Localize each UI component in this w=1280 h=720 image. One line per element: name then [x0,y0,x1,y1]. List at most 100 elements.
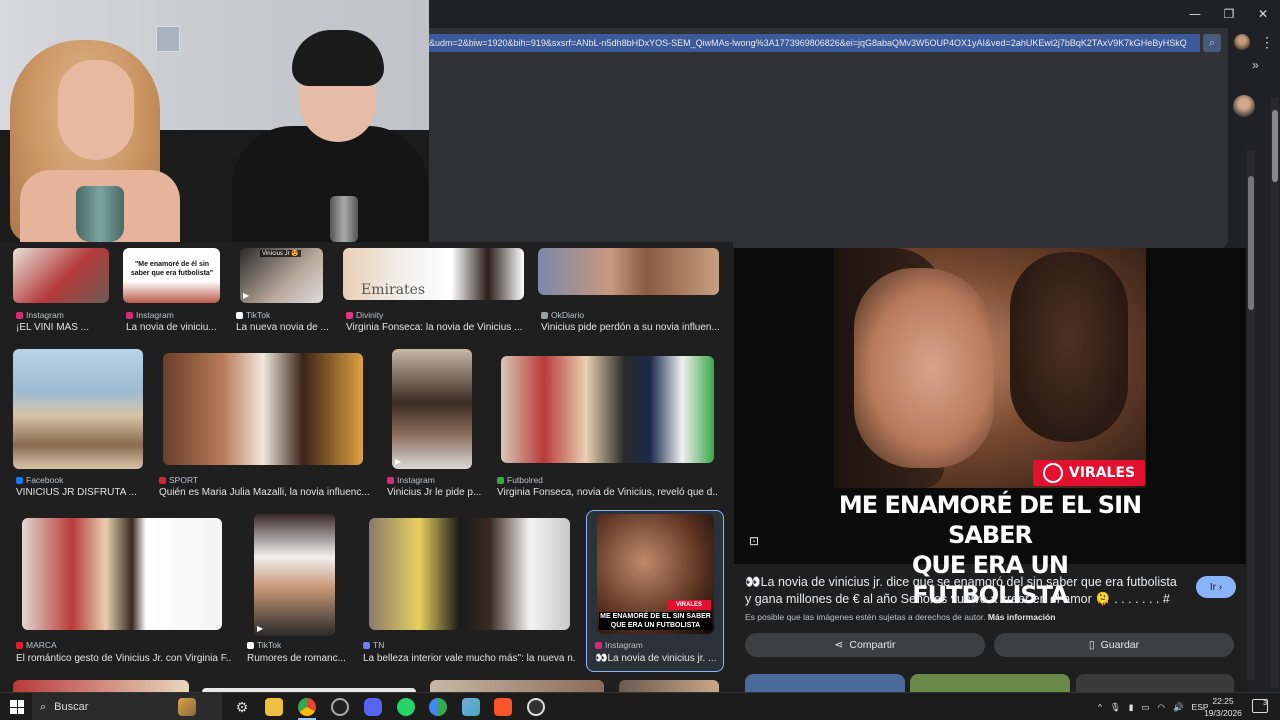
clock-date: 19/3/2026 [1204,708,1242,718]
page-scrollbar[interactable] [1271,98,1279,688]
browser-menu-icon[interactable]: ⋮ [1260,34,1274,50]
source-name: Facebook [26,475,64,485]
result-thumb-10[interactable] [22,518,222,630]
source-name: MARCA [26,640,57,650]
okdiario-icon [541,311,548,319]
minimize-button[interactable]: — [1178,0,1212,28]
more-info-link[interactable]: Más información [988,612,1056,622]
source-name: Instagram [26,310,64,320]
play-icon: ▶ [395,457,402,466]
result-title-3[interactable]: La nueva novia de ... [236,322,336,333]
result-thumb-14[interactable] [13,680,189,692]
result-source-7: SPORT [159,475,198,485]
result-thumb-17[interactable] [619,680,719,692]
result-thumb-9[interactable] [501,356,714,463]
notification-count: 3 [1263,700,1267,707]
obs-icon[interactable] [331,698,349,716]
tiktok-icon [247,641,254,649]
share-button[interactable]: ⋖ Compartir [745,633,985,657]
result-title-10[interactable]: El romántico gesto de Vinicius Jr. con V… [16,653,231,664]
discord-icon[interactable] [364,698,382,716]
thumb-overlay-text: "Me enamoré de él sin saber que era futb… [130,261,214,277]
save-label: Guardar [1100,639,1140,651]
wifi-icon[interactable]: ◠ [1158,702,1165,713]
visit-label: Ir [1209,581,1216,593]
related-chip-1[interactable] [745,674,905,692]
play-icon: ▶ [257,624,264,633]
result-thumb-2[interactable]: "Me enamoré de él sin saber que era futb… [123,248,220,303]
result-thumb-13[interactable]: VIRALES ME ENAMORÉ DE EL SIN SABER QUE E… [597,514,714,634]
result-title-8[interactable]: Vinicius Jr le pide p... [387,487,483,498]
result-title-6[interactable]: VINICIUS JR DISFRUTA ... [16,487,146,498]
lens-search-icon[interactable]: ⊡ [749,534,763,548]
result-source-10: MARCA [16,640,57,650]
result-source-9: Futbolred [497,475,543,485]
result-thumb-7[interactable] [163,353,363,465]
result-title-1[interactable]: ¡EL VINI MÁS ... [16,322,112,333]
settings-gear-icon[interactable]: ⚙ [233,698,251,716]
search-highlight-icon[interactable] [178,698,196,716]
search-icon: ⌕ [40,700,47,713]
result-source-13: Instagram [595,640,643,650]
result-thumb-1[interactable] [13,248,109,303]
chevron-right-icon[interactable]: » [1252,58,1259,72]
result-title-2[interactable]: La novia de viniciu... [126,322,226,333]
preview-description[interactable]: 👀La novia de vinicius jr. dice que se en… [745,574,1185,608]
result-title-12[interactable]: La belleza interior vale mucho más": la … [363,653,575,664]
address-bar-input[interactable]: &udm=2&biw=1920&bih=919&sxsrf=ANbL-n5dh8… [428,34,1200,52]
result-title-11[interactable]: Rumores de romanc... [247,653,345,664]
omnibox-dropdown: &udm=2&biw=1920&bih=919&sxsrf=ANbL-n5dh8… [428,28,1228,248]
lens-search-icon[interactable]: ⌕ [1203,34,1221,52]
thumb-jersey-text: Emirates [361,282,426,298]
result-thumb-16[interactable] [430,680,604,692]
source-name: Instagram [605,640,643,650]
result-title-7[interactable]: Quién es Maria Julia Mazalli, la novia i… [159,487,369,498]
related-chip-2[interactable] [910,674,1070,692]
notifications-icon[interactable]: 3 [1252,699,1268,713]
profile-avatar-top[interactable] [1234,34,1250,50]
result-source-11: TikTok [247,640,281,650]
result-title-9[interactable]: Virginia Fonseca, novia de Vinicius, rev… [497,487,717,498]
result-source-3: TikTok [236,310,270,320]
battery-icon[interactable]: ▮ [1129,702,1134,713]
visit-button[interactable]: Ir › [1196,576,1236,598]
app-cube-icon[interactable] [462,698,480,716]
result-title-13[interactable]: 👀La novia de vinicius jr. ... [595,653,717,664]
page-scrollbar-thumb[interactable] [1272,110,1278,182]
result-thumb-4[interactable]: Emirates [343,248,524,300]
profile-avatar[interactable] [1233,95,1255,117]
volume-icon[interactable]: 🔊 [1173,702,1184,713]
result-source-5: OkDiario [541,310,584,320]
save-button[interactable]: ▯ Guardar [994,633,1234,657]
media-player-icon[interactable] [527,698,545,716]
thumb-headline: ME ENAMORÉ DE EL SIN SABER QUE ERA UN FU… [599,612,712,630]
panel-scrollbar-thumb[interactable] [1248,176,1254,310]
source-name: Instagram [397,475,435,485]
result-source-8: Instagram [387,475,435,485]
facebook-icon [16,476,23,484]
brave-icon[interactable] [494,698,512,716]
result-title-4[interactable]: Virginia Fonseca: la novia de Vinicius .… [346,322,526,333]
result-thumb-3[interactable]: Vinícius Jr 😍 ▶ [240,248,323,303]
restore-button[interactable]: ❐ [1212,0,1246,28]
result-thumb-12[interactable] [369,518,570,630]
chrome-icon[interactable] [298,698,316,716]
file-explorer-icon[interactable] [265,698,283,716]
whatsapp-icon[interactable] [397,698,415,716]
result-thumb-5[interactable] [538,248,719,295]
result-thumb-11[interactable]: ▶ [254,514,335,636]
chrome-profile-icon[interactable] [429,698,447,716]
chevron-up-icon[interactable]: ^ [1098,702,1102,712]
tiktok-icon [236,311,243,319]
microphone-icon[interactable]: 🎙 [1110,702,1121,713]
result-title-5[interactable]: Vinicius pide perdón a su novia influen.… [541,322,721,333]
windows-start-icon[interactable] [10,700,24,714]
related-chip-3[interactable] [1076,674,1234,692]
result-thumb-6[interactable] [13,349,143,469]
source-name: Divinity [356,310,384,320]
clock[interactable]: 22:25 19/3/2026 [1200,695,1246,719]
copyright-notice: Es posible que las imágenes estén sujeta… [745,612,1055,622]
result-thumb-8[interactable]: ▶ [392,349,472,469]
close-button[interactable]: ✕ [1246,0,1280,28]
display-icon[interactable]: ▭ [1141,702,1149,713]
